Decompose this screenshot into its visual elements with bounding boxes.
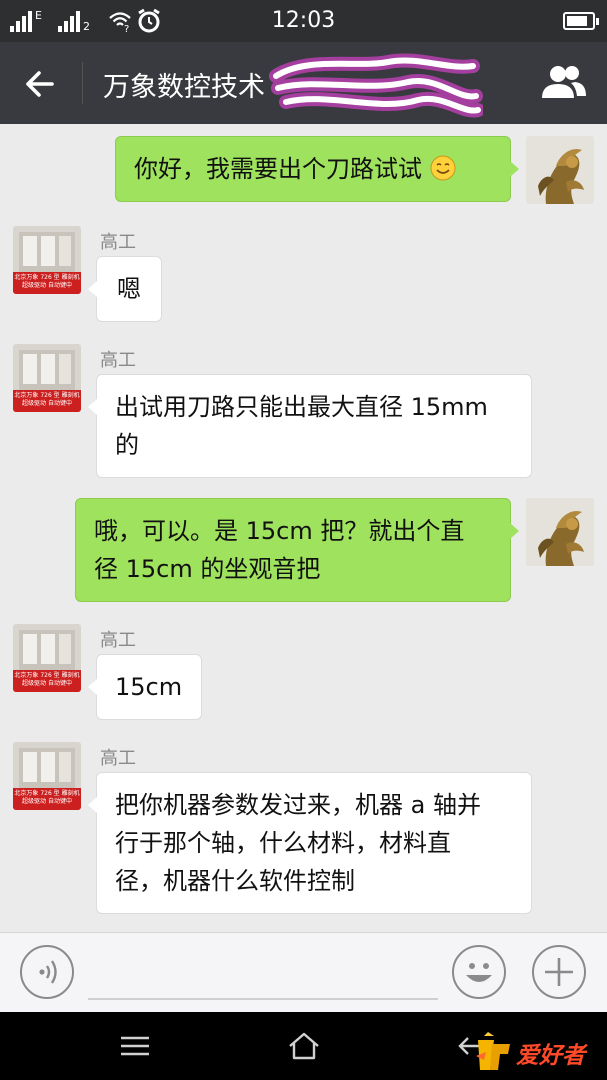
voice-input-button[interactable] <box>20 945 74 999</box>
message-text-line: 径，机器什么软件控制 <box>115 867 355 895</box>
watermark-logo-icon <box>476 1032 510 1070</box>
message-text-input[interactable] <box>88 998 438 1000</box>
emoji-button[interactable] <box>452 945 506 999</box>
chat-title: 万象数控技术 <box>103 72 265 103</box>
sender-name: 高工 <box>100 232 136 253</box>
message-bubble[interactable]: 嗯 <box>88 256 162 322</box>
plus-icon <box>545 958 573 986</box>
avatar-caption-line2: 超级驱动 自动键中 <box>22 282 72 289</box>
redaction-scribble <box>269 53 483 118</box>
message-text-line: 行于那个轴，什么材料，材料直 <box>115 829 451 857</box>
system-nav-bar: 爱好者 <box>0 1012 607 1080</box>
battery-level <box>567 16 587 26</box>
avatar-caption-line1: 北京万象 726 型 雕刻机 <box>14 274 80 281</box>
clock-time: 12:03 <box>271 8 336 33</box>
home-icon[interactable] <box>286 1030 322 1062</box>
chat-header: 万象数控技术 <box>0 42 607 124</box>
message-bubble[interactable]: 把你机器参数发过来，机器 a 轴并 行于那个轴，什么材料，材料直 径，机器什么软… <box>88 772 532 914</box>
avatar-caption-line1: 北京万象 726 型 雕刻机 <box>14 790 80 797</box>
chat-members-icon[interactable] <box>539 62 589 104</box>
avatar-caption-line1: 北京万象 726 型 雕刻机 <box>14 672 80 679</box>
message-text: 你好，我需要出个刀路试试 <box>134 155 422 183</box>
header-divider <box>82 62 83 104</box>
avatar-caption-line2: 超级驱动 自动键中 <box>22 400 72 407</box>
sender-name: 高工 <box>100 630 136 651</box>
my-avatar[interactable] <box>526 498 594 566</box>
battery-icon <box>563 12 599 30</box>
avatar-caption-line1: 北京万象 726 型 雕刻机 <box>14 392 80 399</box>
message-text-line: 哦，可以。是 15cm 把？就出个直 <box>94 517 465 545</box>
more-options-button[interactable] <box>532 945 586 999</box>
back-arrow-icon[interactable] <box>20 64 60 104</box>
menu-icon[interactable] <box>118 1034 152 1058</box>
message-bubble[interactable]: 出试用刀路只能出最大直径 15mm 的 <box>88 374 532 478</box>
message-bubble[interactable]: 你好，我需要出个刀路试试 <box>115 136 519 202</box>
watermark-text: 爱好者 <box>516 1043 585 1069</box>
sender-name: 高工 <box>100 350 136 371</box>
avatar-caption-line2: 超级驱动 自动键中 <box>22 680 72 687</box>
message-bubble[interactable]: 15cm <box>88 654 202 720</box>
sender-avatar[interactable]: 北京万象 726 型 雕刻机 超级驱动 自动键中 <box>13 742 81 810</box>
message-text-line: 径 15cm 的坐观音把 <box>94 555 321 583</box>
sender-avatar[interactable]: 北京万象 726 型 雕刻机 超级驱动 自动键中 <box>13 624 81 692</box>
message-text: 15cm <box>115 673 183 701</box>
my-avatar[interactable] <box>526 136 594 204</box>
message-input-bar <box>0 932 607 1012</box>
site-watermark: 爱好者 <box>470 1028 604 1078</box>
message-text-line: 出试用刀路只能出最大直径 15mm <box>115 393 488 421</box>
message-text-line: 把你机器参数发过来，机器 a 轴并 <box>115 791 481 819</box>
message-text: 嗯 <box>117 275 141 303</box>
voice-icon <box>39 960 57 984</box>
message-list[interactable]: 你好，我需要出个刀路试试 北京万象 726 型 雕刻机 超级驱动 自动键中 高工… <box>0 124 607 932</box>
avatar-caption-line2: 超级驱动 自动键中 <box>22 798 72 805</box>
status-bar: E 2 ? 12:03 <box>0 0 607 42</box>
sender-name: 高工 <box>100 748 136 769</box>
sender-avatar[interactable]: 北京万象 726 型 雕刻机 超级驱动 自动键中 <box>13 226 81 294</box>
message-bubble[interactable]: 哦，可以。是 15cm 把？就出个直 径 15cm 的坐观音把 <box>75 498 519 602</box>
message-text-line: 的 <box>115 431 139 459</box>
smiley-icon <box>466 963 492 982</box>
sender-avatar[interactable]: 北京万象 726 型 雕刻机 超级驱动 自动键中 <box>13 344 81 412</box>
smile-emoji-icon <box>430 155 456 181</box>
